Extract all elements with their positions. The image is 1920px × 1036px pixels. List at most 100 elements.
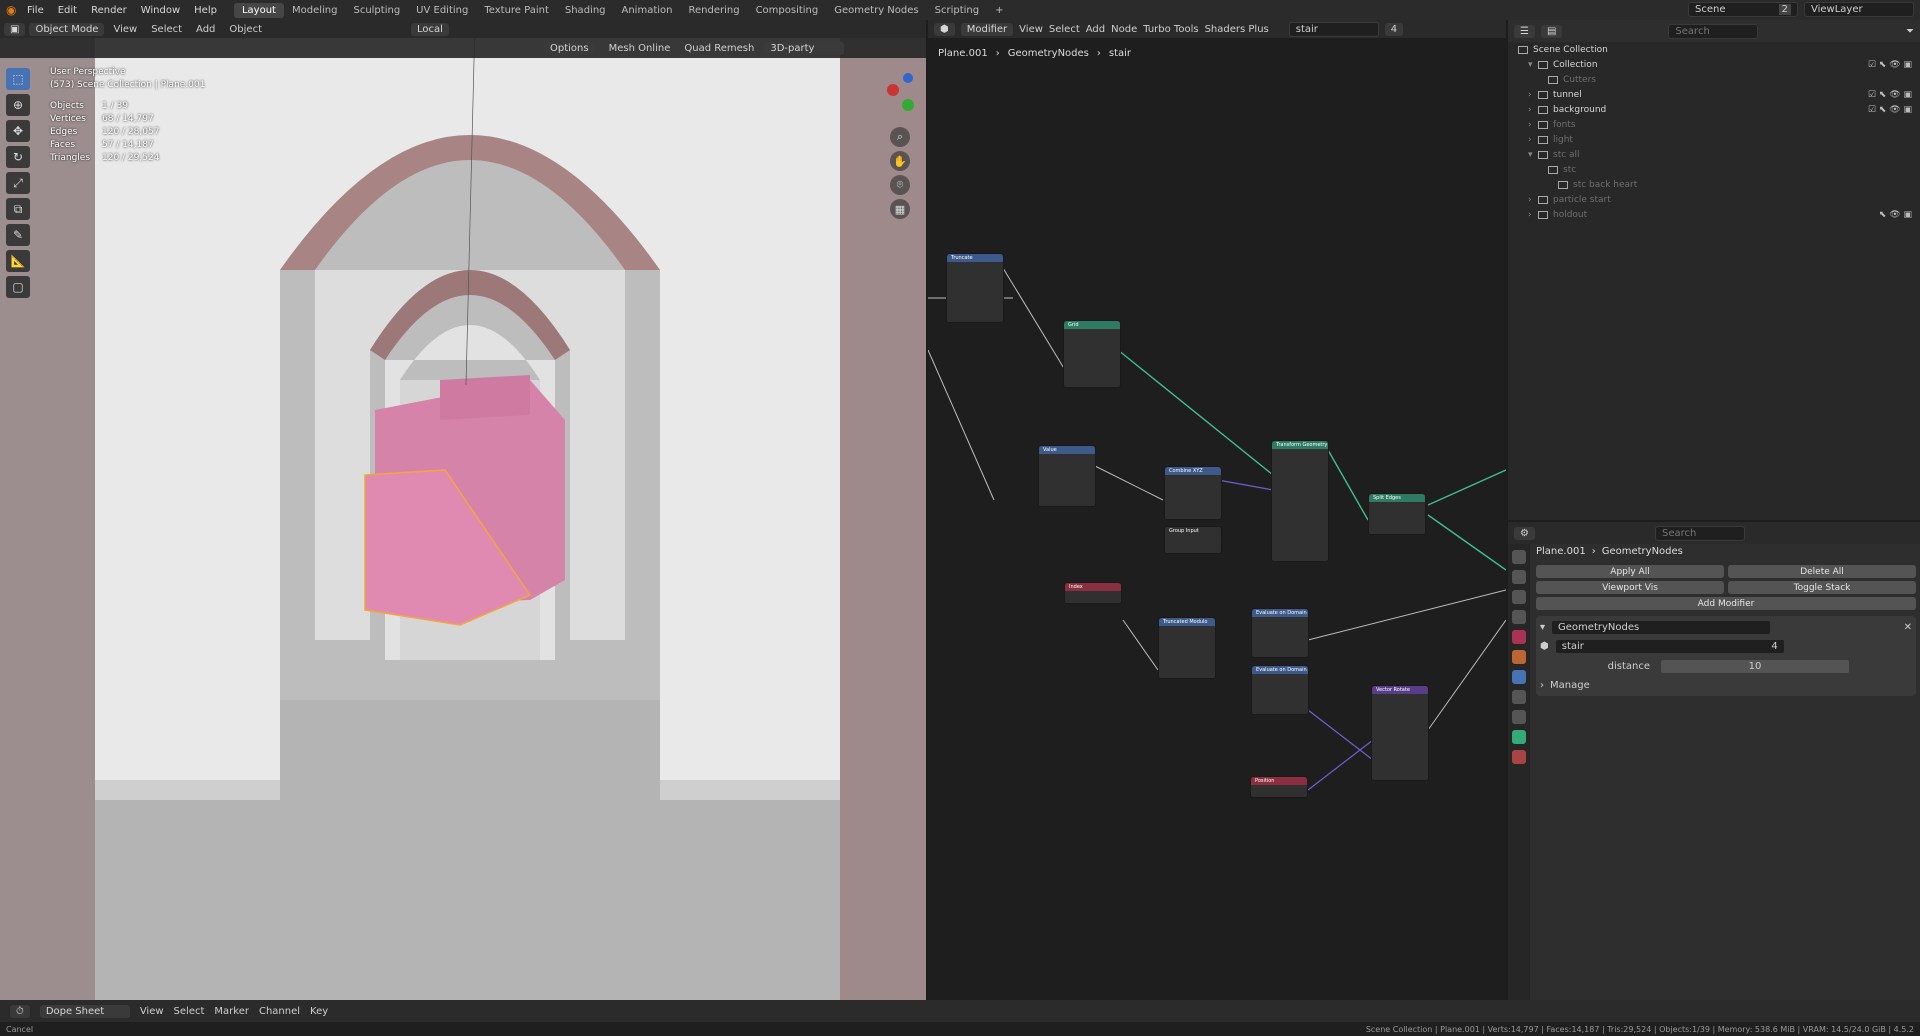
timeline-menu-view[interactable]: View — [140, 1006, 164, 1017]
chevron-right-icon[interactable]: › — [1540, 680, 1544, 691]
outliner-search-input[interactable]: Search — [1668, 23, 1759, 39]
outliner-item[interactable]: Cutters — [1508, 72, 1920, 87]
outliner-item[interactable]: › particle start — [1508, 192, 1920, 207]
chevron-right-icon[interactable]: › — [1528, 195, 1538, 205]
tab-texture-paint[interactable]: Texture Paint — [476, 3, 557, 18]
object-tab-icon[interactable] — [1512, 650, 1526, 664]
select-box-icon[interactable]: ⬚ — [6, 68, 30, 90]
tab-uv-editing[interactable]: UV Editing — [408, 3, 476, 18]
menu-render[interactable]: Render — [84, 5, 134, 16]
outliner-item[interactable]: › holdout ⬉ 👁 ▣ — [1508, 207, 1920, 222]
editor-type-icon[interactable]: ▣ — [4, 22, 26, 36]
viewport-menu-add[interactable]: Add — [191, 24, 220, 35]
manage-panel[interactable]: › Manage — [1540, 678, 1912, 692]
tab-sculpting[interactable]: Sculpting — [345, 3, 408, 18]
view-layer-tab-icon[interactable] — [1512, 610, 1526, 624]
node-tree-icon[interactable]: ⬢ — [1540, 641, 1549, 652]
distance-input[interactable]: 10 — [1660, 658, 1850, 674]
node-position[interactable]: Position — [1250, 776, 1308, 798]
view-layer-selector[interactable]: ViewLayer — [1804, 2, 1914, 17]
outliner-item[interactable]: stc — [1508, 162, 1920, 177]
menu-edit[interactable]: Edit — [51, 5, 84, 16]
party-dropdown[interactable]: 3D-party — [764, 41, 845, 55]
geometry-node-editor[interactable]: ⬢ Modifier View Select Add Node Turbo To… — [928, 20, 1506, 1000]
menu-file[interactable]: File — [20, 5, 51, 16]
properties-search-input[interactable]: Search — [1654, 525, 1745, 541]
add-workspace-icon[interactable]: + — [987, 3, 1011, 18]
visibility-icons[interactable]: ☑ ⬉ 👁 ▣ — [1868, 60, 1912, 70]
menu-help[interactable]: Help — [187, 5, 224, 16]
chevron-right-icon[interactable]: › — [1528, 90, 1538, 100]
chevron-right-icon[interactable]: › — [1528, 120, 1538, 130]
node-truncated-modulo[interactable]: Truncated Modulo — [1158, 617, 1216, 679]
scene-selector[interactable]: Scene 2 — [1688, 2, 1798, 17]
node-transform-geometry[interactable]: Transform Geometry — [1271, 440, 1329, 562]
viewport-3d[interactable]: ▣ Object Mode View Select Add Object Loc… — [0, 20, 926, 1000]
node-truncate[interactable]: Truncate — [946, 253, 1004, 323]
dope-sheet-type-icon[interactable]: ⏱ — [10, 1004, 30, 1018]
add-cube-icon[interactable]: ▢ — [6, 276, 30, 298]
node-group-selector[interactable]: stair 4 — [1554, 638, 1785, 654]
viewport-menu-select[interactable]: Select — [146, 24, 187, 35]
y-axis-icon[interactable] — [902, 99, 914, 111]
data-tab-icon[interactable] — [1512, 730, 1526, 744]
tab-animation[interactable]: Animation — [614, 3, 681, 18]
options-dropdown[interactable]: Options — [544, 41, 595, 55]
tool-tab-icon[interactable] — [1512, 550, 1526, 564]
mesh-online-button[interactable]: Mesh Online — [609, 43, 671, 54]
measure-icon[interactable]: 📐 — [6, 250, 30, 272]
move-icon[interactable]: ✥ — [6, 120, 30, 142]
node-evaluate-on-domain[interactable]: Evaluate on Domain — [1251, 665, 1309, 715]
physics-tab-icon[interactable] — [1512, 710, 1526, 724]
mode-dropdown[interactable]: Object Mode — [29, 22, 105, 36]
chevron-right-icon[interactable]: › — [1528, 105, 1538, 115]
tab-rendering[interactable]: Rendering — [680, 3, 747, 18]
transform-orientation-dropdown[interactable]: Local — [411, 22, 449, 36]
pan-hand-icon[interactable]: ✋ — [890, 151, 910, 171]
display-mode-icon[interactable]: ▤ — [1540, 24, 1563, 38]
node-combine-xyz[interactable]: Combine XYZ — [1164, 466, 1222, 520]
visibility-icons[interactable]: ☑ ⬉ 👁 ▣ — [1868, 105, 1912, 115]
modifier-tab-icon[interactable] — [1512, 670, 1526, 684]
filter-icon[interactable]: ⏷ — [1906, 26, 1914, 37]
quad-remesh-button[interactable]: Quad Remesh — [684, 43, 754, 54]
outliner-item[interactable]: › tunnel ☑ ⬉ 👁 ▣ — [1508, 87, 1920, 102]
node-evaluate-on-domain[interactable]: Evaluate on Domain — [1251, 608, 1309, 658]
visibility-icons[interactable]: ☑ ⬉ 👁 ▣ — [1868, 90, 1912, 100]
toggle-stack-button[interactable]: Toggle Stack — [1728, 581, 1916, 594]
outliner-item[interactable]: ▾ stc all — [1508, 147, 1920, 162]
outliner-item[interactable]: › light — [1508, 132, 1920, 147]
blender-logo-icon[interactable]: ◉ — [6, 3, 20, 17]
viewport-menu-object[interactable]: Object — [224, 24, 267, 35]
material-tab-icon[interactable] — [1512, 750, 1526, 764]
tab-layout[interactable]: Layout — [233, 2, 284, 18]
render-tab-icon[interactable] — [1512, 570, 1526, 584]
tab-geometry-nodes[interactable]: Geometry Nodes — [826, 3, 926, 18]
node-grid[interactable]: Grid — [1063, 320, 1121, 388]
tab-scripting[interactable]: Scripting — [927, 3, 987, 18]
tab-shading[interactable]: Shading — [557, 3, 614, 18]
apply-all-button[interactable]: Apply All — [1536, 565, 1724, 578]
add-modifier-button[interactable]: Add Modifier — [1536, 597, 1916, 610]
outliner-item[interactable]: › background ☑ ⬉ 👁 ▣ — [1508, 102, 1920, 117]
tab-modeling[interactable]: Modeling — [284, 3, 346, 18]
scene-tab-icon[interactable] — [1512, 630, 1526, 644]
transform-icon[interactable]: ⧉ — [6, 198, 30, 220]
annotate-icon[interactable]: ✎ — [6, 224, 30, 246]
timeline-menu-marker[interactable]: Marker — [214, 1006, 249, 1017]
cursor-icon[interactable]: ⊕ — [6, 94, 30, 116]
rotate-icon[interactable]: ↻ — [6, 146, 30, 168]
node-index[interactable]: Index — [1064, 582, 1122, 604]
chevron-right-icon[interactable]: › — [1528, 135, 1538, 145]
scale-icon[interactable]: ⤢ — [6, 172, 30, 194]
timeline-menu-key[interactable]: Key — [310, 1006, 328, 1017]
node-group-input[interactable]: Group Input — [1164, 526, 1222, 554]
modifier-name-field[interactable]: GeometryNodes — [1551, 619, 1772, 635]
viewport-menu-view[interactable]: View — [108, 24, 142, 35]
chevron-down-icon[interactable]: ▾ — [1528, 150, 1538, 160]
node-vector-rotate[interactable]: Vector Rotate — [1371, 685, 1429, 781]
outliner-item[interactable]: ▾ Collection ☑ ⬉ 👁 ▣ — [1508, 57, 1920, 72]
camera-icon[interactable]: ⌾ — [890, 175, 910, 195]
node-value[interactable]: Value — [1038, 445, 1096, 507]
menu-window[interactable]: Window — [134, 5, 187, 16]
